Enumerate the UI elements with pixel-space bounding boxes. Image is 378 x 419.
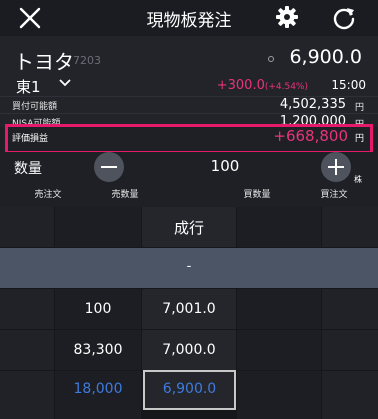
book-cell[interactable] <box>0 330 54 370</box>
col-buy-qty: 買数量 <box>243 190 271 200</box>
top-bar: 現物板発注 <box>0 0 378 36</box>
price-cell[interactable]: 6,900.0 <box>143 381 236 397</box>
book-cell[interactable] <box>322 207 378 247</box>
book-cell[interactable] <box>55 207 141 247</box>
book-cell[interactable] <box>0 207 54 247</box>
book-cell[interactable] <box>322 371 378 419</box>
price-time: 15:00 <box>331 78 366 92</box>
book-cell[interactable] <box>237 330 321 370</box>
price-change-value: +300.0 <box>216 78 265 93</box>
book-cell[interactable] <box>0 289 54 329</box>
price-change: +300.0(+4.54%) <box>217 78 308 93</box>
price-cell[interactable]: 7,001.0 <box>142 301 236 317</box>
buy-capacity-unit: 円 <box>354 103 364 113</box>
price-change-percent: (+4.54%) <box>264 82 308 92</box>
buy-capacity-row: 買付可能額 4,502,335 円 <box>0 96 378 113</box>
sell-qty-cell[interactable]: 83,300 <box>55 342 141 358</box>
book-cell[interactable] <box>0 371 54 419</box>
market-order-label[interactable]: 成行 <box>142 217 236 238</box>
stock-summary: トヨタ 7203 6,900.0 東1 +300.0(+4.54%) 15:00 <box>0 36 378 98</box>
order-book: 成行 - 100 7,001.0 83,300 7,000.0 18,000 6… <box>0 207 378 419</box>
col-buy-order: 買注文 <box>320 190 348 200</box>
market-selector[interactable]: 東1 <box>16 76 41 97</box>
unrealized-pl-label: 評価損益 <box>12 134 49 144</box>
buy-capacity-value: 4,502,335 <box>279 97 346 112</box>
quantity-label: 数量 <box>14 161 42 177</box>
status-dot-icon <box>268 56 274 62</box>
stock-code: 7203 <box>73 54 101 67</box>
quantity-value[interactable]: 100 <box>190 157 260 175</box>
refresh-icon[interactable] <box>331 5 357 31</box>
buy-capacity-label: 買付可能額 <box>12 102 58 112</box>
price-cell[interactable]: 7,000.0 <box>142 342 236 358</box>
quantity-stepper: 数量 100 株 <box>0 152 378 184</box>
chevron-down-icon[interactable] <box>58 76 72 90</box>
stock-name: トヨタ <box>14 50 74 74</box>
unrealized-pl-unit: 円 <box>354 134 364 144</box>
unrealized-pl-value: +668,800 <box>273 127 348 145</box>
quantity-plus-button[interactable] <box>321 152 351 182</box>
col-sell-order: 売注文 <box>34 190 62 200</box>
col-sell-qty: 売数量 <box>111 190 139 200</box>
sell-qty-cell[interactable]: 100 <box>55 301 141 317</box>
book-cell[interactable] <box>322 289 378 329</box>
book-cell[interactable] <box>322 330 378 370</box>
spread-dash: - <box>186 259 192 274</box>
quantity-minus-button[interactable] <box>94 152 124 182</box>
current-price: 6,900.0 <box>289 46 362 68</box>
gear-icon[interactable] <box>275 5 299 29</box>
quantity-unit: 株 <box>354 175 362 184</box>
page-title: 現物板発注 <box>146 11 232 31</box>
book-cell[interactable] <box>237 289 321 329</box>
book-cell[interactable] <box>237 371 321 419</box>
sell-qty-cell[interactable]: 18,000 <box>55 381 141 397</box>
book-cell[interactable] <box>237 207 321 247</box>
